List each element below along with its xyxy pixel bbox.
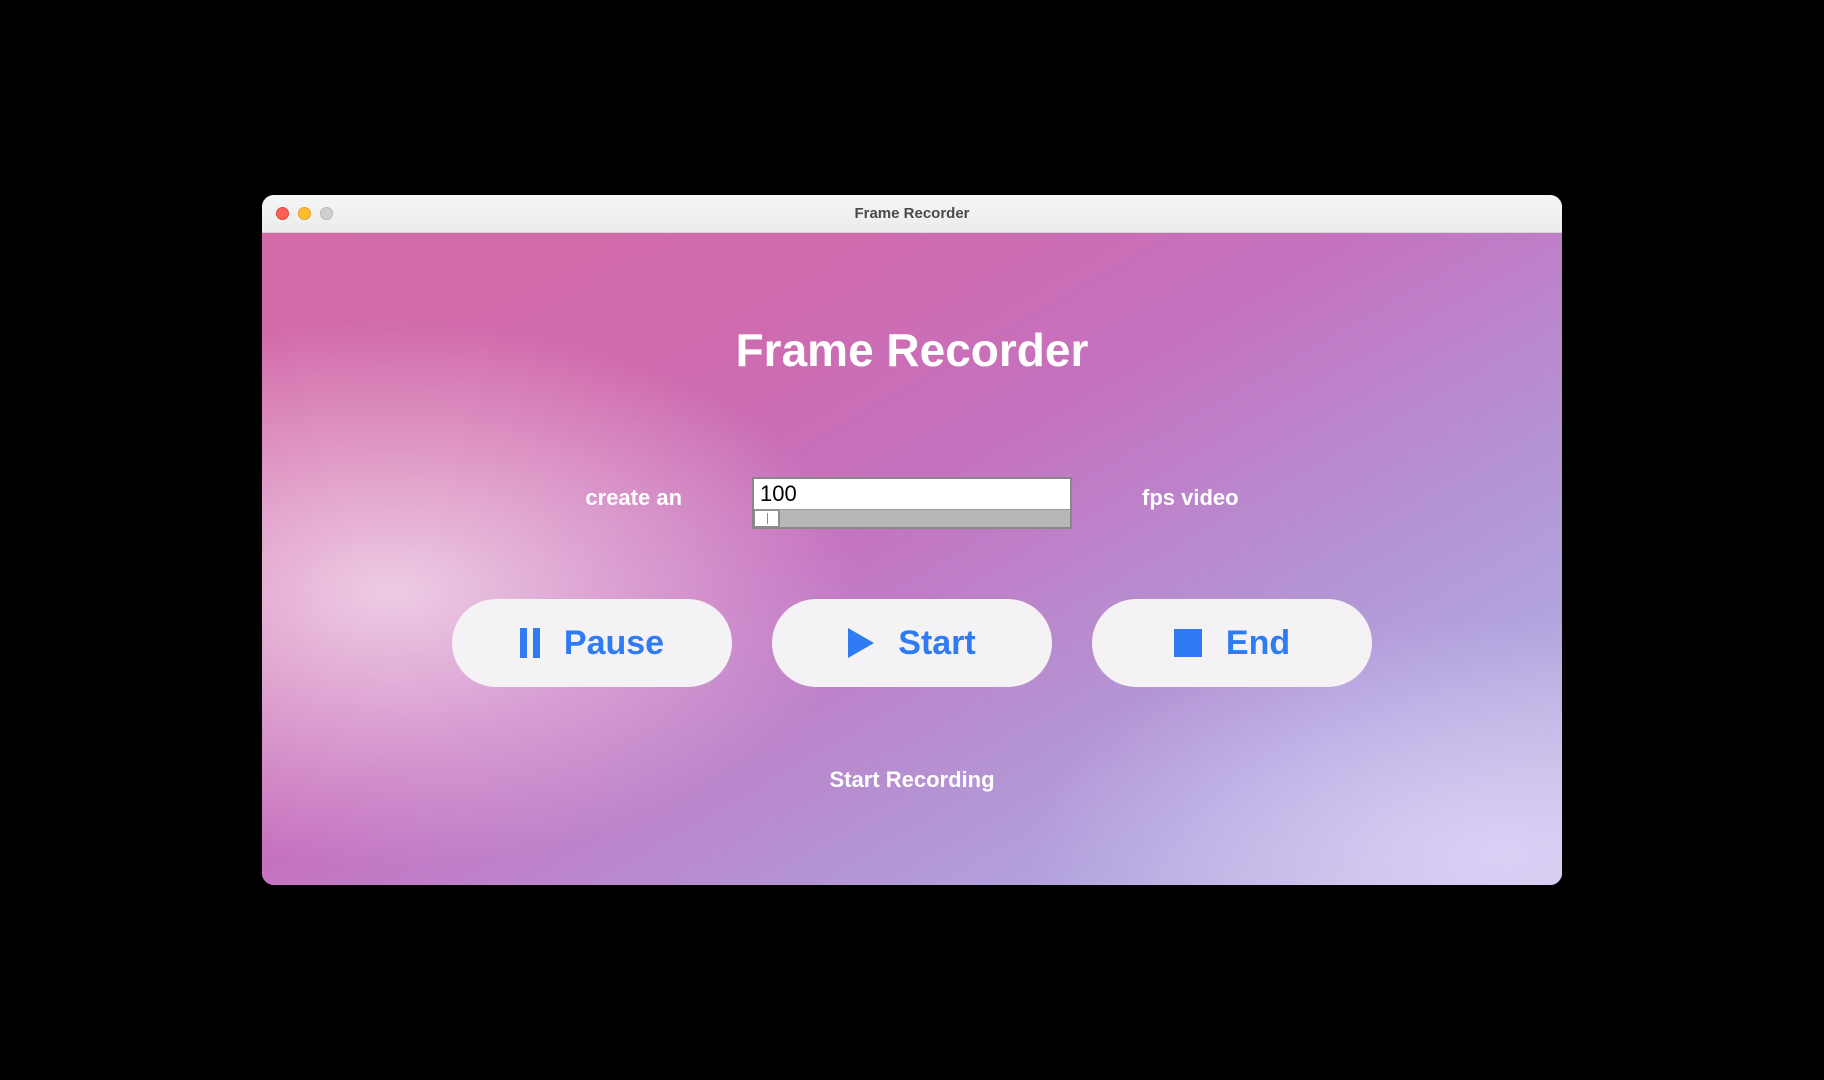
status-text: Start Recording — [829, 767, 994, 793]
pause-button-label: Pause — [564, 624, 664, 663]
button-row: Pause Start End — [452, 599, 1372, 687]
end-button-label: End — [1226, 624, 1290, 663]
minimize-icon[interactable] — [298, 207, 311, 220]
start-button-label: Start — [898, 624, 975, 663]
pause-icon — [520, 628, 540, 658]
fps-spinner[interactable]: 100 — [752, 477, 1072, 529]
end-button[interactable]: End — [1092, 599, 1372, 687]
maximize-icon — [320, 207, 333, 220]
fps-suffix-label: fps video — [1142, 477, 1239, 511]
close-icon[interactable] — [276, 207, 289, 220]
start-button[interactable]: Start — [772, 599, 1052, 687]
play-icon — [848, 628, 874, 658]
fps-slider-track[interactable] — [754, 509, 1070, 527]
fps-value[interactable]: 100 — [754, 479, 1070, 509]
content-area: Frame Recorder create an 100 fps video P… — [262, 233, 1562, 885]
app-window: Frame Recorder Frame Recorder create an … — [262, 195, 1562, 885]
fps-slider-handle[interactable] — [754, 510, 780, 527]
fps-prefix-label: create an — [585, 477, 682, 511]
traffic-lights — [262, 207, 333, 220]
window-title: Frame Recorder — [262, 205, 1562, 222]
pause-button[interactable]: Pause — [452, 599, 732, 687]
titlebar[interactable]: Frame Recorder — [262, 195, 1562, 233]
fps-row: create an 100 fps video — [585, 477, 1238, 529]
page-title: Frame Recorder — [736, 323, 1089, 377]
stop-icon — [1174, 629, 1202, 657]
